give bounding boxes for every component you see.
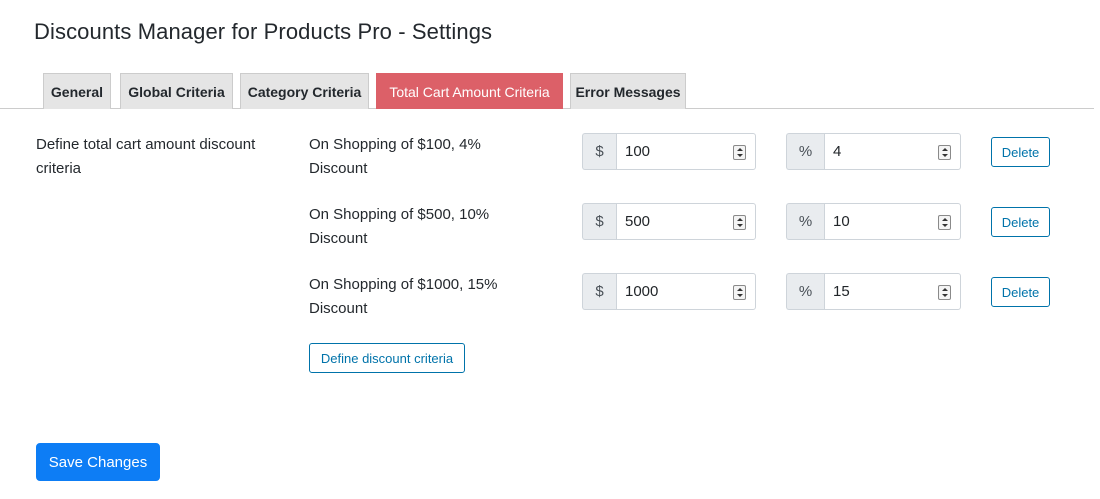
currency-addon: $ — [582, 273, 616, 310]
amount-value: 500 — [625, 213, 651, 230]
page-title: Discounts Manager for Products Pro - Set… — [34, 19, 493, 44]
settings-tabs: General Global Criteria Category Criteri… — [0, 73, 1094, 109]
amount-input-group: $ 100 — [582, 133, 756, 170]
tab-total-cart-amount-criteria[interactable]: Total Cart Amount Criteria — [376, 73, 563, 109]
percent-input-group: % 4 — [786, 133, 961, 170]
percent-addon: % — [786, 203, 824, 240]
percent-value: 4 — [833, 143, 842, 160]
percent-value: 15 — [833, 283, 850, 300]
amount-value: 100 — [625, 143, 651, 160]
percent-addon: % — [786, 273, 824, 310]
criteria-description: On Shopping of $500, 10% Discount — [309, 206, 490, 247]
delete-button[interactable]: Delete — [991, 207, 1050, 237]
percent-addon: % — [786, 133, 824, 170]
amount-input[interactable]: 100 — [616, 133, 756, 170]
currency-addon: $ — [582, 203, 616, 240]
criteria-description: On Shopping of $100, 4% Discount — [309, 136, 481, 177]
delete-button[interactable]: Delete — [991, 137, 1050, 167]
criteria-row: On Shopping of $100, 4% Discount $ 100 %… — [0, 133, 1100, 193]
spinner-icon[interactable] — [938, 285, 951, 300]
criteria-row: On Shopping of $500, 10% Discount $ 500 … — [0, 203, 1100, 263]
spinner-icon[interactable] — [733, 285, 746, 300]
tab-category-criteria[interactable]: Category Criteria — [240, 73, 369, 109]
amount-value: 1000 — [625, 283, 659, 300]
tab-error-messages[interactable]: Error Messages — [570, 73, 686, 109]
criteria-row: On Shopping of $1000, 15% Discount $ 100… — [0, 273, 1100, 333]
delete-button[interactable]: Delete — [991, 277, 1050, 307]
percent-input[interactable]: 4 — [824, 133, 961, 170]
currency-addon: $ — [582, 133, 616, 170]
amount-input[interactable]: 1000 — [616, 273, 756, 310]
percent-input-group: % 15 — [786, 273, 961, 310]
percent-input[interactable]: 15 — [824, 273, 961, 310]
percent-value: 10 — [833, 213, 850, 230]
spinner-icon[interactable] — [733, 145, 746, 160]
amount-input-group: $ 1000 — [582, 273, 756, 310]
spinner-icon[interactable] — [733, 215, 746, 230]
define-discount-criteria-button[interactable]: Define discount criteria — [309, 343, 465, 373]
amount-input[interactable]: 500 — [616, 203, 756, 240]
criteria-description: On Shopping of $1000, 15% Discount — [309, 276, 498, 317]
save-changes-button[interactable]: Save Changes — [36, 443, 160, 481]
tab-global-criteria[interactable]: Global Criteria — [120, 73, 233, 109]
spinner-icon[interactable] — [938, 215, 951, 230]
amount-input-group: $ 500 — [582, 203, 756, 240]
spinner-icon[interactable] — [938, 145, 951, 160]
percent-input[interactable]: 10 — [824, 203, 961, 240]
tab-general[interactable]: General — [43, 73, 111, 109]
percent-input-group: % 10 — [786, 203, 961, 240]
